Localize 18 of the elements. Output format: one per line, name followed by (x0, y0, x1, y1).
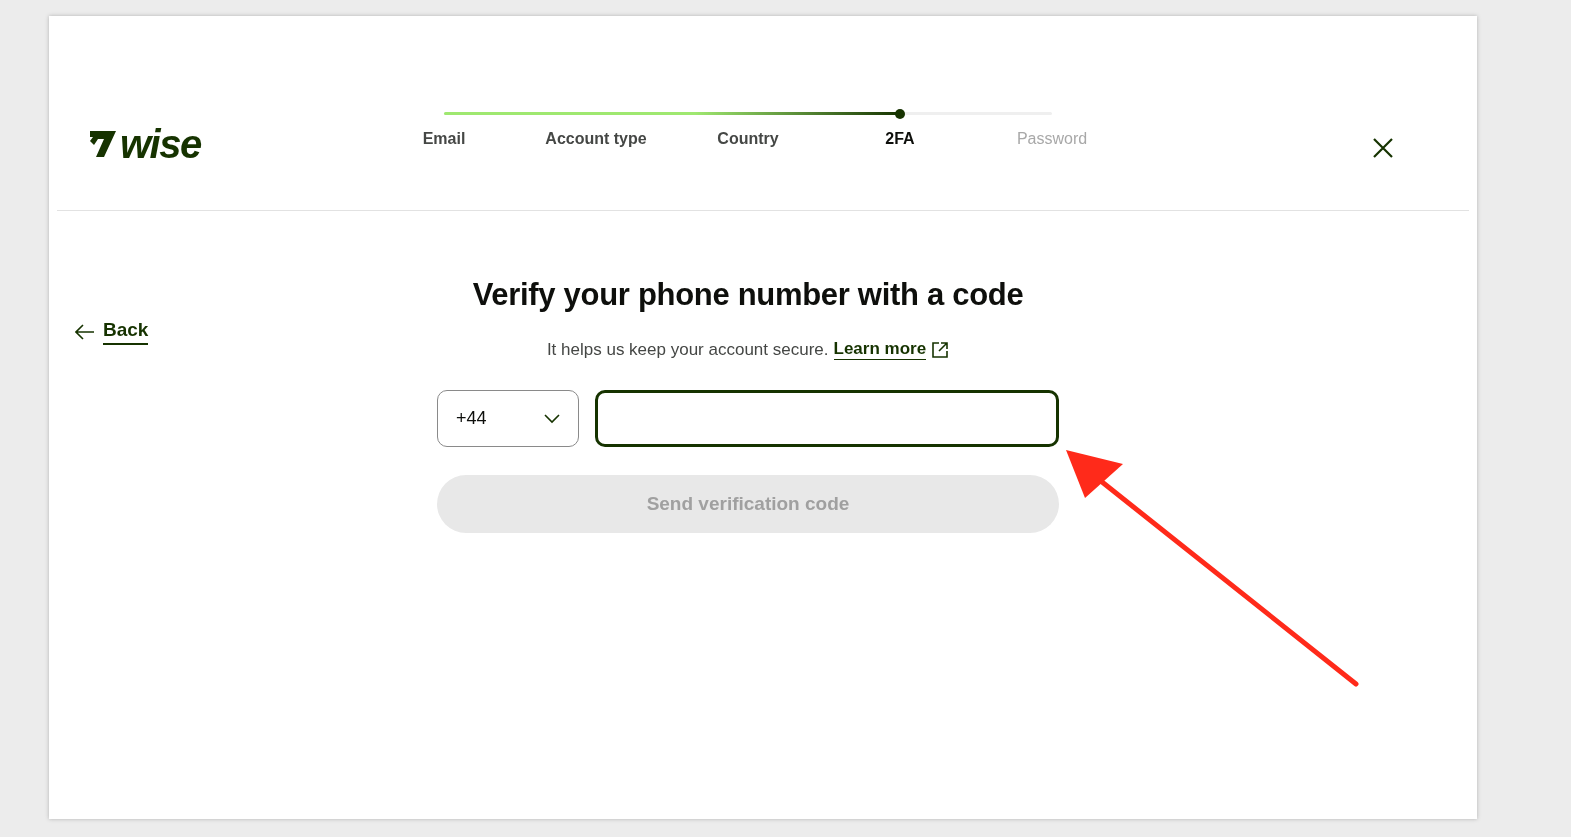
step-label: Account type (545, 130, 647, 148)
phone-input[interactable] (595, 390, 1059, 447)
country-code-select[interactable]: +44 (437, 390, 579, 447)
close-button[interactable] (1371, 136, 1395, 160)
page-title: Verify your phone number with a code (472, 277, 1024, 313)
arrow-left-icon (75, 324, 95, 340)
progress-dot (895, 108, 905, 119)
back-link[interactable]: Back (75, 319, 149, 345)
step-label: Country (717, 130, 779, 148)
logo[interactable]: wise (120, 124, 201, 164)
learn-more-link[interactable]: Learn more (833, 339, 927, 360)
flag-icon (88, 129, 118, 159)
external-link-icon (931, 340, 950, 359)
chevron-down-icon (544, 413, 560, 424)
step-label: Password (1016, 130, 1088, 148)
step-label: 2FA (885, 130, 915, 148)
subtitle: It helps us keep your account secure. (546, 339, 829, 360)
step-label: Email (422, 130, 466, 148)
